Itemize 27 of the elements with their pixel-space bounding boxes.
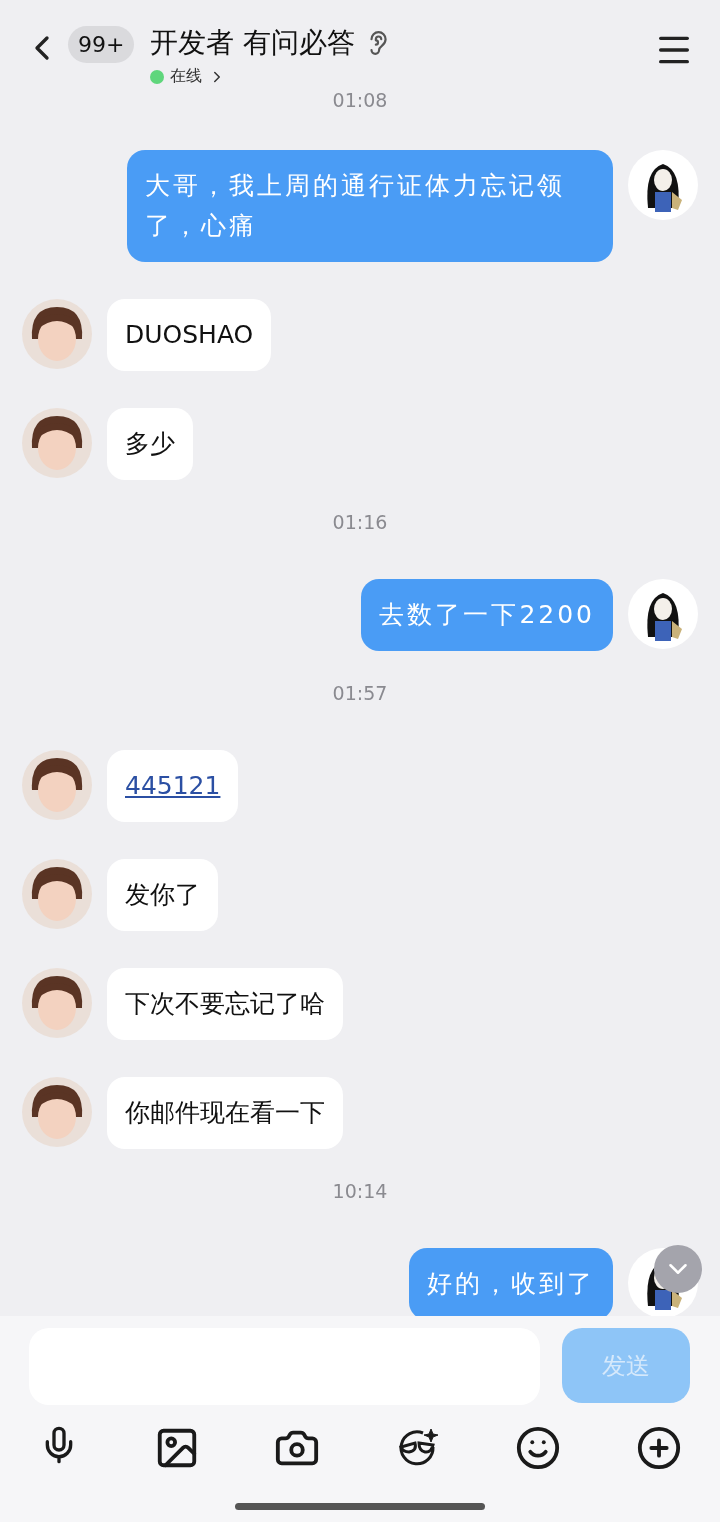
timestamp: 10:14 (332, 1179, 388, 1203)
timestamp: 01:16 (332, 510, 388, 534)
message-bubble: 去数了一下2200 (361, 579, 613, 651)
message-link[interactable]: 445121 (125, 771, 221, 800)
scroll-down-button[interactable] (654, 1245, 702, 1293)
avatar[interactable] (22, 859, 92, 929)
message-bubble: 发你了 (107, 859, 218, 931)
message-bubble: 多少 (107, 408, 193, 480)
emoji-icon[interactable] (515, 1425, 562, 1471)
message-bubble: 你邮件现在看一下 (107, 1077, 343, 1149)
timestamp: 01:08 (332, 88, 388, 112)
timestamp: 01:57 (332, 681, 388, 705)
message-bubble: DUOSHAO (107, 299, 272, 371)
avatar[interactable] (22, 1077, 92, 1147)
message-bubble: 下次不要忘记了哈 (107, 968, 343, 1040)
status-label[interactable]: 在线 (170, 66, 203, 87)
avatar[interactable] (628, 150, 698, 220)
avatar[interactable] (628, 579, 698, 649)
message-bubble: 好的，收到了 (409, 1248, 613, 1316)
chat-title: 开发者 有问必答 (150, 25, 356, 61)
avatar[interactable] (22, 968, 92, 1038)
avatar[interactable] (22, 408, 92, 478)
avatar[interactable] (22, 299, 92, 369)
unread-badge: 99+ (68, 26, 135, 63)
add-icon[interactable] (635, 1425, 682, 1471)
message-bubble: 大哥，我上周的通行证体力忘记领了，心痛 (127, 150, 613, 262)
avatar[interactable] (22, 750, 92, 820)
